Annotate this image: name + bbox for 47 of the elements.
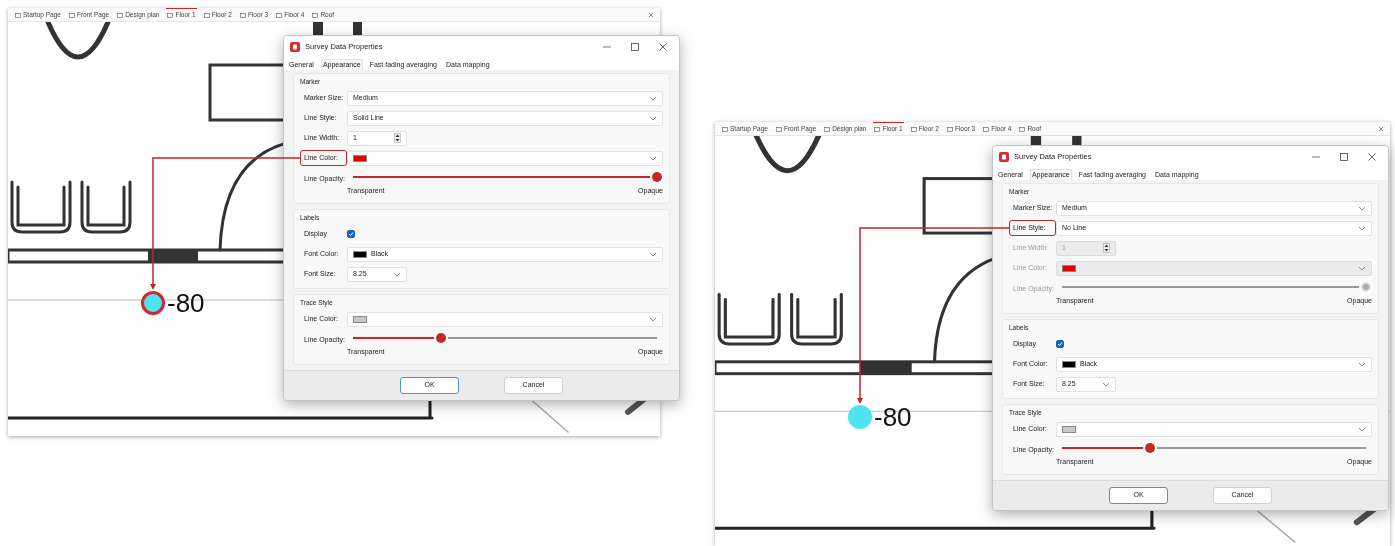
close-icon[interactable] <box>1368 153 1376 161</box>
chevron-icon <box>1358 225 1366 231</box>
slider-thumb[interactable] <box>436 333 447 343</box>
chevron-icon <box>1358 361 1366 367</box>
maximize-icon[interactable] <box>1340 153 1348 161</box>
page-icon <box>15 12 21 18</box>
chevron-icon <box>649 251 657 257</box>
page-icon <box>874 126 881 132</box>
signal-reading: -80 <box>874 404 912 430</box>
chevron-icon <box>1358 265 1366 271</box>
page-icon <box>946 126 953 132</box>
maximize-icon[interactable] <box>631 43 639 51</box>
app-logo-icon <box>999 152 1009 162</box>
page-icon <box>276 12 283 18</box>
page-icon <box>910 126 917 132</box>
color-dropdown[interactable] <box>347 311 663 327</box>
slider-thumb[interactable] <box>1145 443 1156 453</box>
page-icon <box>312 12 319 18</box>
chevron-icon <box>649 316 657 322</box>
chevron-icon <box>1358 205 1366 211</box>
color-dropdown[interactable] <box>347 150 663 166</box>
checkbox[interactable] <box>347 230 355 238</box>
page-icon <box>983 126 990 132</box>
page-icon <box>167 12 174 18</box>
app-logo-icon <box>290 42 300 52</box>
color-dropdown[interactable] <box>1056 421 1372 437</box>
page-icon <box>239 12 246 18</box>
close-icon[interactable] <box>659 43 667 51</box>
chevron-icon <box>649 115 657 121</box>
page-icon <box>203 12 210 18</box>
spinner-arrows-icon[interactable] <box>394 133 401 143</box>
checkbox[interactable] <box>1056 340 1064 348</box>
chevron-icon <box>1358 426 1366 432</box>
chevron-icon <box>1102 381 1110 387</box>
slider-thumb[interactable] <box>652 172 662 182</box>
page-icon <box>68 12 75 18</box>
page-icon <box>775 126 782 132</box>
page-icon <box>722 126 728 132</box>
chevron-icon <box>649 155 657 161</box>
page-icon <box>1019 126 1026 132</box>
close-icon[interactable] <box>648 11 654 18</box>
close-icon[interactable] <box>1378 125 1384 132</box>
signal-reading: -80 <box>167 290 205 316</box>
page-icon <box>117 12 124 18</box>
page-icon <box>824 126 831 132</box>
chevron-icon <box>649 95 657 101</box>
chevron-icon <box>393 271 401 277</box>
